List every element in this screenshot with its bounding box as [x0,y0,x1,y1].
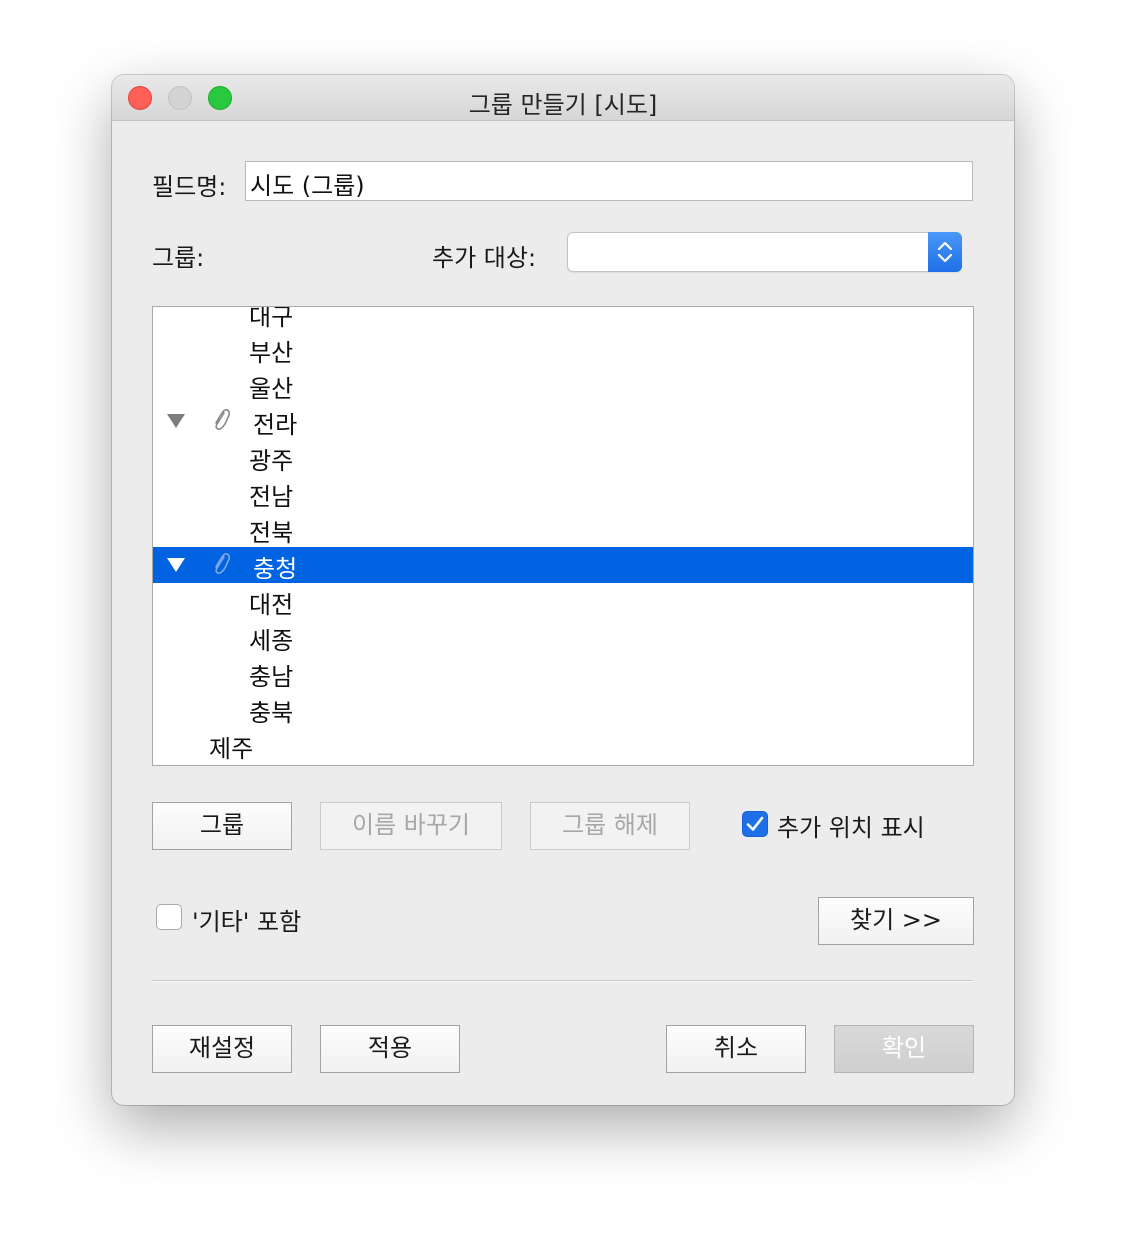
tree-row-label: 부산 [249,339,294,367]
group-button[interactable]: 그룹 [152,802,292,850]
tree-group-row[interactable]: 전라 [153,403,973,439]
ok-button[interactable]: 확인 [834,1025,974,1073]
add-to-select[interactable] [567,232,962,272]
ungroup-button[interactable]: 그룹 해제 [530,802,690,850]
paperclip-icon [215,553,231,574]
tree-row-label: 충남 [249,663,294,691]
paperclip-icon [215,409,231,430]
tree-row-label: 전북 [249,519,294,547]
cancel-button[interactable]: 취소 [666,1025,806,1073]
group-tree-list[interactable]: 대구 부산 울산 전라 광주 전남 전북 충청 대전 세종 충남 충북 제주 [152,306,974,766]
create-group-dialog: 그룹 만들기 [시도] 필드명: 시도 (그룹) 그룹: 추가 대상: 대구 부… [112,75,1014,1105]
tree-row-label: 충청 [253,555,298,583]
reset-button[interactable]: 재설정 [152,1025,292,1073]
tree-row[interactable]: 부산 [153,331,973,367]
tree-group-row-selected[interactable]: 충청 [153,547,973,583]
add-to-label: 추가 대상: [432,244,537,272]
group-label: 그룹: [152,244,205,272]
find-button[interactable]: 찾기 >> [818,897,974,945]
tree-row[interactable]: 광주 [153,439,973,475]
tree-row-label: 울산 [249,375,294,403]
tree-row[interactable]: 울산 [153,367,973,403]
tree-row[interactable]: 대전 [153,583,973,619]
tree-row-label: 충북 [249,699,294,727]
checkmark-icon [746,816,764,831]
tree-row-label: 세종 [249,627,294,655]
tree-row-label: 전남 [249,483,294,511]
tree-row[interactable]: 전북 [153,511,973,547]
field-name-input[interactable]: 시도 (그룹) [245,161,973,201]
tree-row[interactable]: 전남 [153,475,973,511]
select-stepper-icon [928,232,962,272]
field-name-label: 필드명: [152,173,227,201]
rename-button[interactable]: 이름 바꾸기 [320,802,502,850]
include-other-checkbox[interactable] [156,904,182,930]
title-bar: 그룹 만들기 [시도] [112,75,1014,121]
tree-row-label: 전라 [253,411,298,439]
apply-button[interactable]: 적용 [320,1025,460,1073]
tree-row-label: 제주 [209,735,254,763]
tree-row[interactable]: 대구 [153,306,973,331]
tree-row[interactable]: 충남 [153,655,973,691]
disclosure-triangle-icon[interactable] [165,551,187,575]
include-other-label: '기타' 포함 [192,908,302,936]
tree-row[interactable]: 제주 [153,727,973,763]
separator [152,980,973,982]
tree-row[interactable]: 세종 [153,619,973,655]
disclosure-triangle-icon[interactable] [165,407,187,431]
tree-row[interactable]: 충북 [153,691,973,727]
tree-row-label: 대전 [249,591,294,619]
tree-row-label: 광주 [249,447,294,475]
show-added-checkbox[interactable] [742,811,768,837]
tree-row-label: 대구 [249,306,294,331]
window-title: 그룹 만들기 [시도] [468,91,658,119]
show-added-label: 추가 위치 표시 [777,814,925,842]
